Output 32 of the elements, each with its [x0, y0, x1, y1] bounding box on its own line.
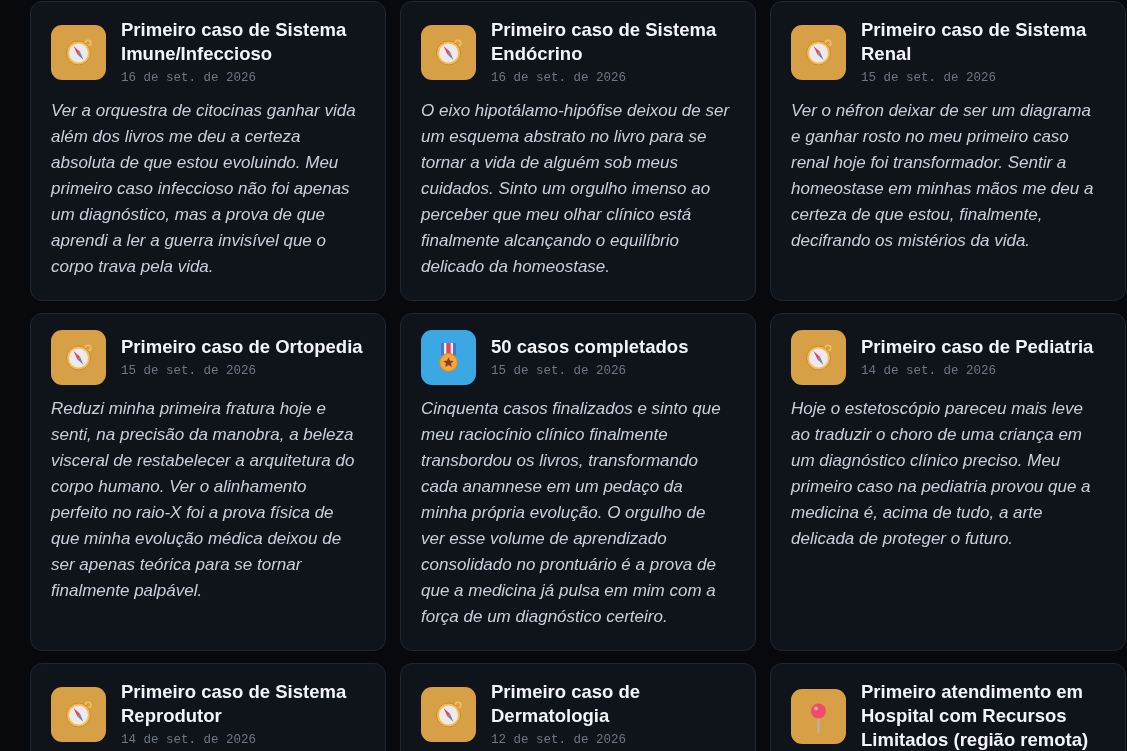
entry-date: 12 de set. de 2026: [491, 732, 628, 749]
entry-title: Primeiro caso de Pediatria: [861, 335, 1095, 359]
compass-icon: [51, 687, 106, 742]
compass-icon: [51, 25, 106, 80]
compass-icon: [791, 330, 846, 385]
entry-text: Hoje o estetoscópio pareceu mais leve ao traduzir o choro de uma criança em um diagnóstico clínico preciso. Meu primeiro caso na pediatria provou que a medicina é, acima de tudo, a arte delicada de proteger o futuro.: [791, 398, 1092, 550]
entry-title: 50 casos completados: [491, 335, 690, 359]
entry-text: Ver a orquestra de citocinas ganhar vida além dos livros me deu a certeza absoluta de que estou evoluindo. Meu primeiro caso infeccioso não foi apenas um diagnóstico, mas a prova de que aprendi a ler a guerra invisível que o corpo trava pela vida.: [51, 100, 357, 278]
entry-date: 14 de set. de 2026: [861, 363, 998, 380]
entry-text: Cinquenta casos finalizados e sinto que meu raciocínio clínico finalmente transbordou os livros, transformando cada anamnese em um pedaço da minha própria evolução. O orgulho de ver esse volume de aprendizado consolidado no prontuário é a prova de que a medicina já pulsa em mim com a força de um diagnóstico certeiro.: [421, 398, 722, 628]
entry-title: Primeiro atendimento em Hospital com Recursos Limitados (região remota): [861, 680, 1090, 751]
entry-date: 15 de set. de 2026: [121, 363, 258, 380]
compass-icon: [421, 25, 476, 80]
entry-title: Primeiro caso de Sistema Endócrino: [491, 18, 718, 66]
compass-icon: [51, 330, 106, 385]
medal-icon: [421, 330, 476, 385]
entry-date: 16 de set. de 2026: [121, 70, 258, 87]
entry-date: 15 de set. de 2026: [861, 70, 998, 87]
entry-date: 16 de set. de 2026: [491, 70, 628, 87]
entry-title: Primeiro caso de Ortopedia: [121, 335, 364, 359]
entry-text: Reduzi minha primeira fratura hoje e senti, na precisão da manobra, a beleza visceral de restabelecer a arquitetura do corpo humano. Ver o alinhamento perfeito no raio-X foi a prova física de que minha evolução médica deixou de ser apenas teórica para se tornar finalmente palpável.: [51, 398, 356, 602]
entry-title: Primeiro caso de Dermatologia: [491, 680, 642, 728]
pushpin-icon: [791, 688, 846, 744]
entry-text: O eixo hipotálamo-hipófise deixou de ser um esquema abstrato no livro para se tornar a vida de alguém sob meus cuidados. Sinto um orgulho imenso ao perceber que meu olhar clínico está finalmente alcançando o equilíbrio delicado da homeostase.: [421, 100, 731, 278]
compass-icon: [791, 25, 846, 80]
entry-title: Primeiro caso de Sistema Reprodutor: [121, 680, 348, 728]
compass-icon: [421, 687, 476, 742]
entry-title: Primeiro caso de Sistema Imune/Infeccioso: [121, 18, 348, 66]
entry-date: 15 de set. de 2026: [491, 363, 628, 380]
entry-date: 14 de set. de 2026: [121, 732, 258, 749]
entry-title: Primeiro caso de Sistema Renal: [861, 18, 1088, 66]
entry-text: Ver o néfron deixar de ser um diagrama e ganhar rosto no meu primeiro caso renal hoje foi transformador. Sentir a homeostase em minhas mãos me deu a certeza de que estou, finalmente, decifrando os mistérios da vida.: [791, 100, 1095, 252]
